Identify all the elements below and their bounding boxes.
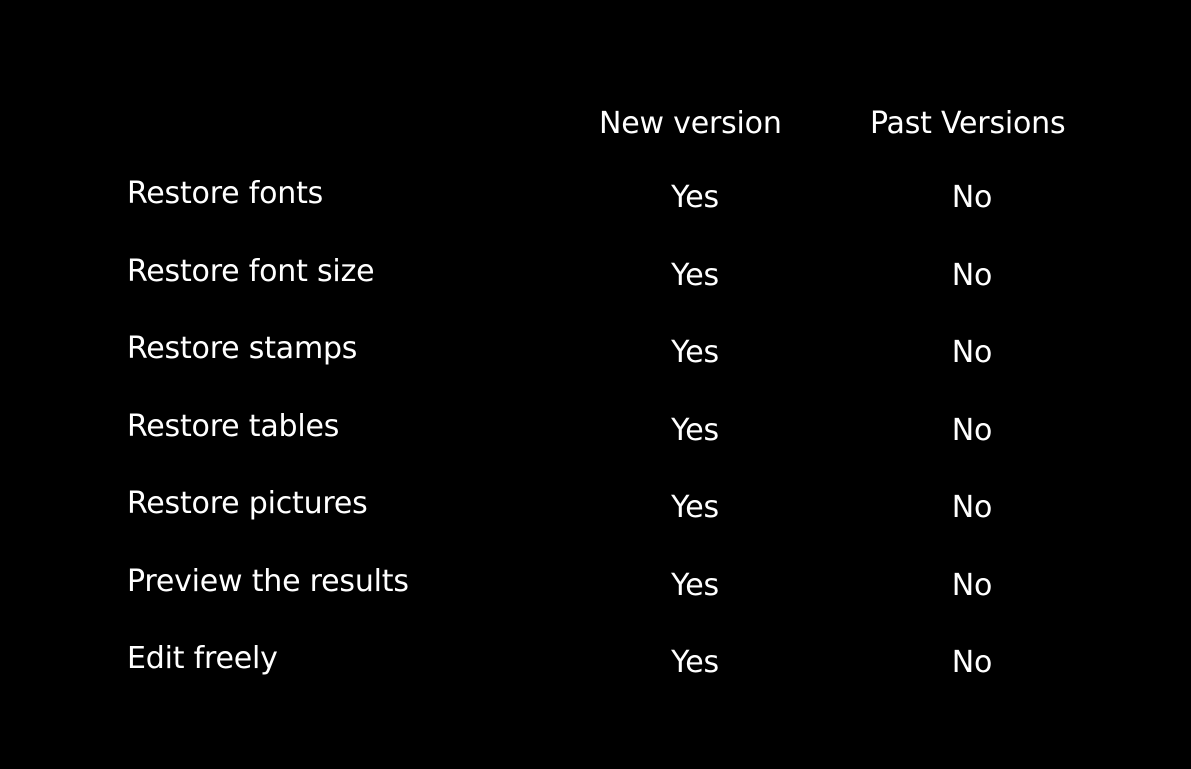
table-body: Restore fonts Yes No Restore font size Y… xyxy=(0,174,1191,717)
feature-label: Restore font size xyxy=(127,253,375,289)
past-versions-value: No xyxy=(951,257,993,293)
past-versions-value: No xyxy=(951,645,993,680)
new-version-value: Yes xyxy=(671,257,719,293)
new-version-value: Yes xyxy=(671,645,719,680)
feature-label: Preview the results xyxy=(127,563,409,599)
column-header-past-versions: Past Versions xyxy=(870,106,1066,141)
table-row: Restore stamps Yes No xyxy=(0,329,1191,407)
past-versions-value: No xyxy=(951,335,993,370)
feature-label: Restore fonts xyxy=(127,176,324,211)
table-row: Edit freely Yes No xyxy=(0,639,1191,717)
new-version-value: Yes xyxy=(671,180,719,215)
table-row: Restore fonts Yes No xyxy=(0,174,1191,252)
new-version-value: Yes xyxy=(671,335,719,370)
table-header: New version Past Versions xyxy=(0,102,1191,146)
feature-label: Restore pictures xyxy=(127,486,368,521)
feature-label: Restore tables xyxy=(127,408,340,444)
table-row: Restore font size Yes No xyxy=(0,252,1191,330)
new-version-value: Yes xyxy=(671,412,719,448)
table-row: Restore tables Yes No xyxy=(0,407,1191,485)
feature-label: Edit freely xyxy=(127,641,278,676)
table-row: Restore pictures Yes No xyxy=(0,484,1191,562)
new-version-value: Yes xyxy=(671,490,719,525)
past-versions-value: No xyxy=(951,180,993,215)
feature-label: Restore stamps xyxy=(127,331,358,366)
comparison-table: New version Past Versions Restore fonts … xyxy=(0,0,1191,769)
past-versions-value: No xyxy=(951,490,993,525)
past-versions-value: No xyxy=(951,412,993,448)
column-header-new-version: New version xyxy=(599,106,782,141)
table-row: Preview the results Yes No xyxy=(0,562,1191,640)
new-version-value: Yes xyxy=(671,567,719,603)
past-versions-value: No xyxy=(951,567,993,603)
